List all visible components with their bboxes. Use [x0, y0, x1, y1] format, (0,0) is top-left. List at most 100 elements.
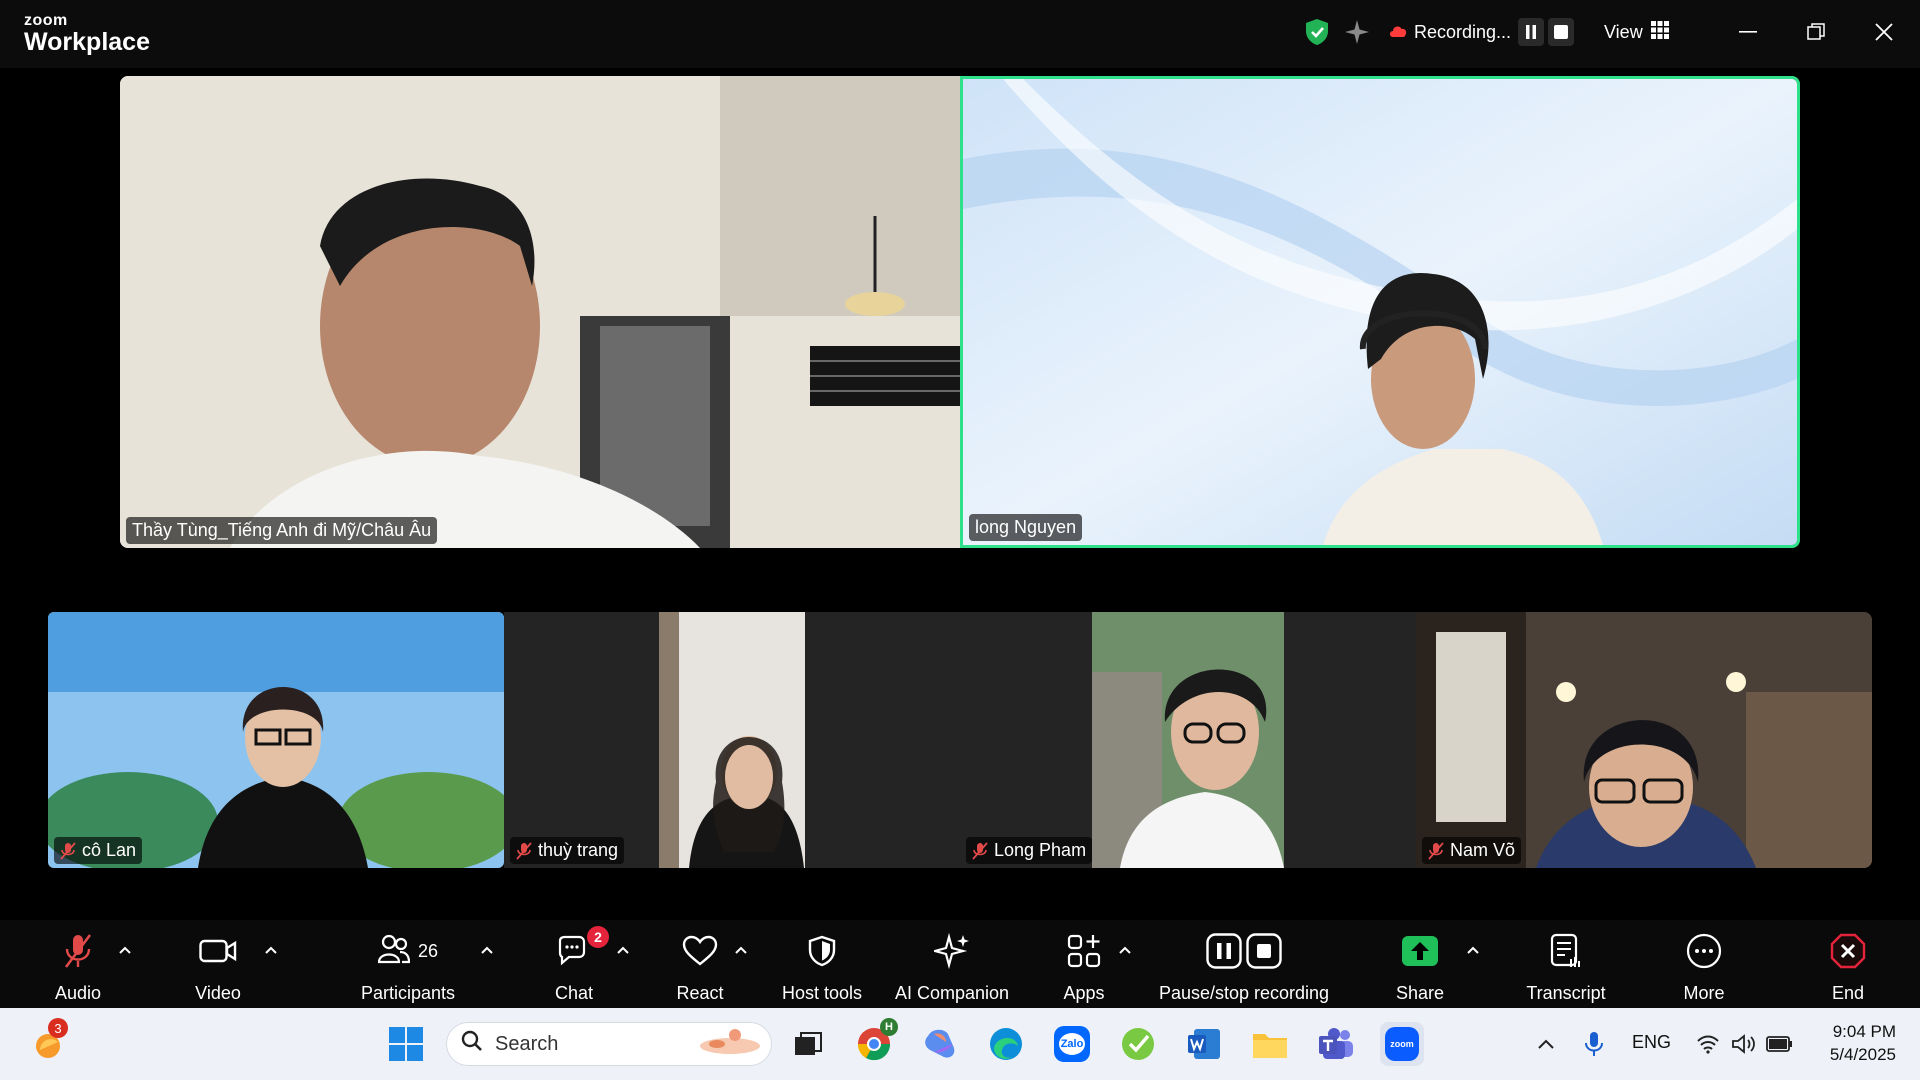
video-camera-icon — [199, 930, 237, 972]
restore-button[interactable] — [1796, 14, 1836, 50]
view-label: View — [1604, 21, 1643, 42]
muted-mic-icon — [516, 841, 532, 860]
muted-mic-icon — [63, 930, 93, 972]
participants-options-chevron-icon[interactable] — [480, 942, 498, 956]
edge-icon[interactable] — [984, 1022, 1028, 1066]
participant-name-tag: cô Lan — [54, 837, 143, 864]
file-explorer-icon[interactable] — [1248, 1022, 1292, 1066]
apps-options-chevron-icon[interactable] — [1118, 942, 1136, 956]
chat-icon: 2 — [557, 926, 609, 972]
microphone-icon[interactable] — [1572, 1022, 1616, 1066]
video-options-chevron-icon[interactable] — [264, 942, 282, 956]
copilot-icon[interactable] — [918, 1022, 962, 1066]
title-bar: zoom Workplace Recording... View — [0, 0, 1920, 68]
more-label: More — [1683, 983, 1725, 1003]
participants-label: Participants — [360, 983, 456, 1003]
clock[interactable]: 9:04 PM 5/4/2025 — [1806, 1020, 1896, 1066]
apps-icon — [1067, 930, 1101, 972]
windows-taskbar: 3 Search H Zalo zoom ENG 9:04 PM 5/4/202… — [0, 1008, 1920, 1080]
windows-start-icon[interactable] — [384, 1022, 428, 1066]
more-button[interactable]: More — [1676, 930, 1732, 1004]
chat-options-chevron-icon[interactable] — [616, 942, 634, 956]
recording-status[interactable]: Recording... — [1388, 18, 1511, 46]
end-label: End — [1831, 983, 1865, 1003]
recording-label: Recording... — [1414, 21, 1512, 42]
muted-mic-icon — [1428, 841, 1444, 860]
pause-recording-button[interactable] — [1518, 18, 1544, 46]
encryption-shield-icon[interactable] — [1304, 18, 1330, 46]
heart-icon — [682, 930, 718, 972]
recording-cloud-icon — [1388, 22, 1408, 43]
video-tile-active-speaker[interactable]: long Nguyen — [960, 76, 1800, 548]
video-button[interactable]: Video — [190, 930, 246, 1004]
ai-sparkle-icon[interactable] — [1344, 18, 1370, 46]
search-highlight-icon — [697, 1026, 763, 1062]
share-options-chevron-icon[interactable] — [1466, 942, 1484, 956]
chat-unread-badge: 2 — [587, 926, 609, 948]
show-hidden-icons-chevron-icon[interactable] — [1524, 1022, 1568, 1066]
shield-icon — [807, 930, 837, 972]
video-tile-participant[interactable]: cô Lan — [48, 612, 504, 868]
video-tile-host[interactable]: Thầy Tùng_Tiếng Anh đi Mỹ/Châu Âu — [120, 76, 960, 548]
active-speaker-name-tag: long Nguyen — [969, 514, 1083, 541]
chrome-icon[interactable]: H — [852, 1018, 898, 1066]
participant-name: thuỳ trang — [538, 840, 619, 860]
close-button[interactable] — [1864, 14, 1904, 50]
clock-time: 9:04 PM — [1832, 1022, 1896, 1041]
react-label: React — [676, 983, 724, 1003]
host-name: Thầy Tùng_Tiếng Anh đi Mỹ/Châu Âu — [132, 520, 432, 540]
pause-stop-icon — [1206, 930, 1282, 972]
zoom-app-icon[interactable]: zoom — [1380, 1022, 1424, 1066]
view-button[interactable]: View — [1604, 18, 1669, 46]
transcript-icon — [1549, 930, 1583, 972]
react-button[interactable]: React — [672, 930, 728, 1004]
video-tile-participant[interactable]: Nam Võ — [1416, 612, 1872, 868]
zoom-app-label: zoom — [1390, 1039, 1414, 1049]
minimize-button[interactable] — [1728, 14, 1768, 50]
audio-label: Audio — [54, 983, 102, 1003]
stop-recording-button[interactable] — [1548, 18, 1574, 46]
participant-name: cô Lan — [82, 840, 137, 860]
host-tools-button[interactable]: Host tools — [772, 930, 872, 1004]
end-x-icon — [1830, 930, 1866, 972]
participant-name-tag: Nam Võ — [1422, 837, 1522, 864]
pause-stop-recording-button[interactable]: Pause/stop recording — [1152, 930, 1336, 1004]
taskbar-search-box[interactable]: Search — [446, 1022, 772, 1066]
react-options-chevron-icon[interactable] — [734, 942, 752, 956]
zalo-icon[interactable]: Zalo — [1050, 1022, 1094, 1066]
transcript-button[interactable]: Transcript — [1520, 930, 1612, 1004]
search-placeholder: Search — [495, 1032, 559, 1055]
word-icon[interactable] — [1182, 1022, 1226, 1066]
participants-icon-group: 26 — [377, 930, 439, 972]
active-speaker-name: long Nguyen — [975, 517, 1077, 537]
grid-icon — [1650, 20, 1669, 44]
apps-button[interactable]: Apps — [1056, 930, 1112, 1004]
host-video-feed — [120, 76, 960, 548]
audio-button[interactable]: Audio — [50, 930, 106, 1004]
input-language[interactable]: ENG — [1632, 1032, 1671, 1053]
end-meeting-button[interactable]: End — [1820, 930, 1876, 1004]
video-tile-participant[interactable]: thuỳ trang — [504, 612, 960, 868]
participant-video-feed — [1416, 612, 1872, 868]
participants-count: 26 — [417, 940, 439, 961]
share-button[interactable]: Share — [1392, 930, 1448, 1004]
app-logo-bottom: Workplace — [24, 28, 150, 56]
video-label: Video — [195, 983, 241, 1003]
audio-options-chevron-icon[interactable] — [118, 942, 136, 956]
participant-name-tag: thuỳ trang — [510, 837, 625, 864]
participants-button[interactable]: 26 Participants — [356, 930, 460, 1004]
ai-companion-button[interactable]: AI Companion — [890, 930, 1014, 1004]
ultraviewer-icon[interactable] — [1116, 1022, 1160, 1066]
task-view-icon[interactable] — [786, 1022, 830, 1066]
ai-companion-label: AI Companion — [894, 983, 1010, 1003]
teams-icon[interactable] — [1314, 1022, 1358, 1066]
weather-widget-icon[interactable]: 3 — [26, 1018, 70, 1066]
more-dots-icon — [1686, 930, 1722, 972]
pause-stop-label: Pause/stop recording — [1158, 983, 1330, 1003]
video-tile-participant[interactable]: Long Pham — [960, 612, 1416, 868]
meeting-toolbar: Audio Video 26 Participants 2 Chat React… — [0, 920, 1920, 1008]
battery-icon[interactable] — [1758, 1022, 1802, 1066]
chat-button[interactable]: 2 Chat — [546, 926, 609, 1004]
participant-video-feed — [48, 612, 504, 868]
zalo-label: Zalo — [1060, 1038, 1084, 1050]
